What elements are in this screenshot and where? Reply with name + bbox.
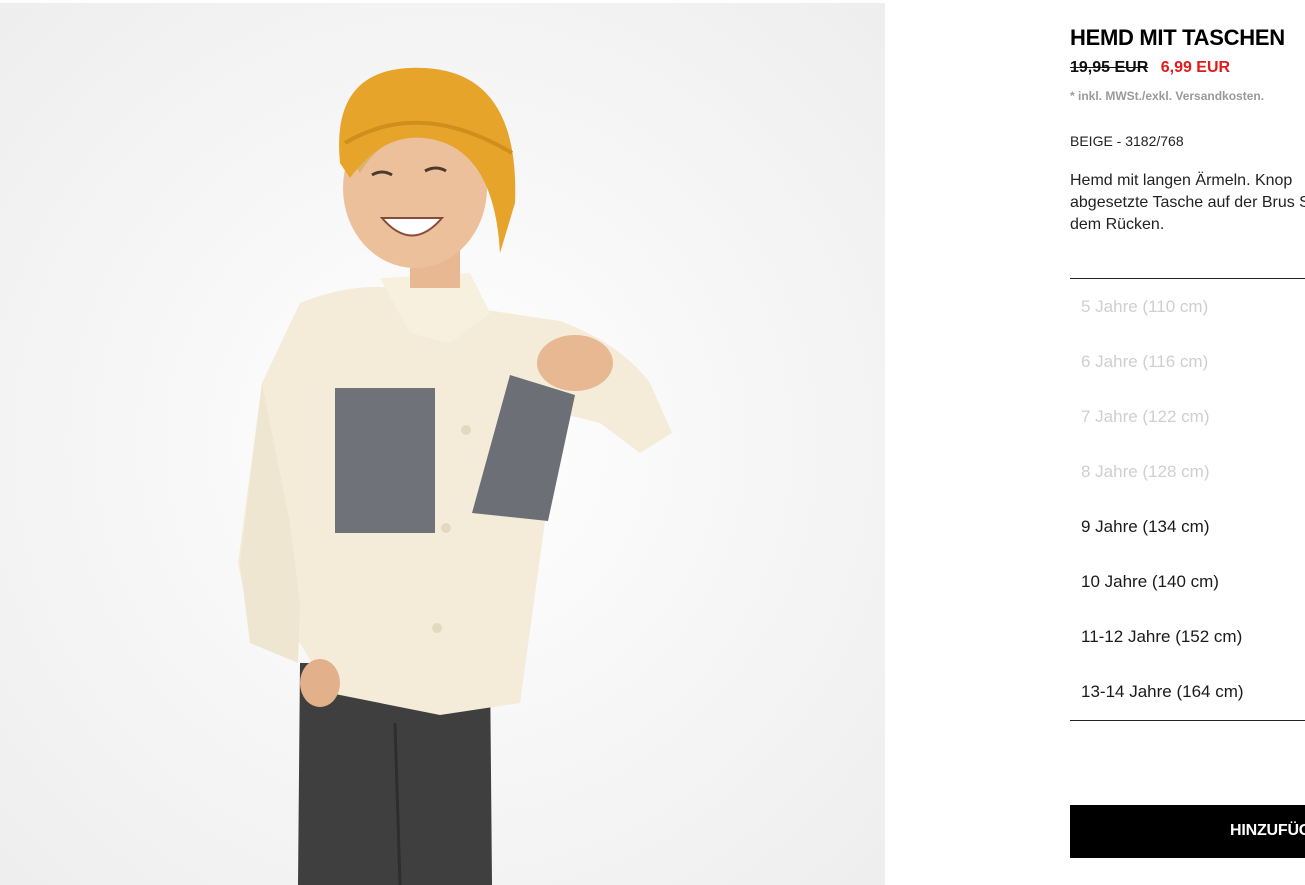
tax-note: * inkl. MWSt./exkl. Versandkosten. [1070, 89, 1265, 103]
size-option-7-jahre[interactable]: 7 Jahre (122 cm) [1081, 407, 1210, 427]
size-list: 5 Jahre (110 cm) 6 Jahre (116 cm) 7 Jahr… [1070, 278, 1305, 721]
product-description: Hemd mit langen Ärmeln. Knop abgesetzte … [1070, 172, 1305, 233]
size-option-10-jahre[interactable]: 10 Jahre (140 cm) [1081, 572, 1219, 592]
original-price: 19,95 EUR [1070, 59, 1149, 76]
product-photo-illustration [0, 3, 885, 885]
add-to-cart-button[interactable]: HINZUFÜG [1070, 805, 1305, 858]
size-option-8-jahre[interactable]: 8 Jahre (128 cm) [1081, 462, 1210, 482]
product-image[interactable] [0, 3, 885, 885]
product-title: HEMD MIT TASCHEN [1070, 25, 1285, 50]
size-option-11-12-jahre[interactable]: 11-12 Jahre (152 cm) [1081, 627, 1242, 647]
add-to-cart-label: HINZUFÜG [1230, 822, 1305, 839]
size-option-6-jahre[interactable]: 6 Jahre (116 cm) [1081, 352, 1208, 372]
sale-price: 6,99 EUR [1160, 59, 1231, 76]
size-option-13-14-jahre[interactable]: 13-14 Jahre (164 cm) [1081, 682, 1244, 702]
price-row: 19,95 EUR 6,99 EUR [1070, 59, 1230, 77]
color-reference: BEIGE - 3182/768 [1070, 133, 1184, 149]
size-option-9-jahre[interactable]: 9 Jahre (134 cm) [1081, 517, 1210, 537]
size-option-5-jahre[interactable]: 5 Jahre (110 cm) [1081, 297, 1208, 317]
product-details-panel: HEMD MIT TASCHEN 19,95 EUR 6,99 EUR * in… [1070, 0, 1305, 885]
